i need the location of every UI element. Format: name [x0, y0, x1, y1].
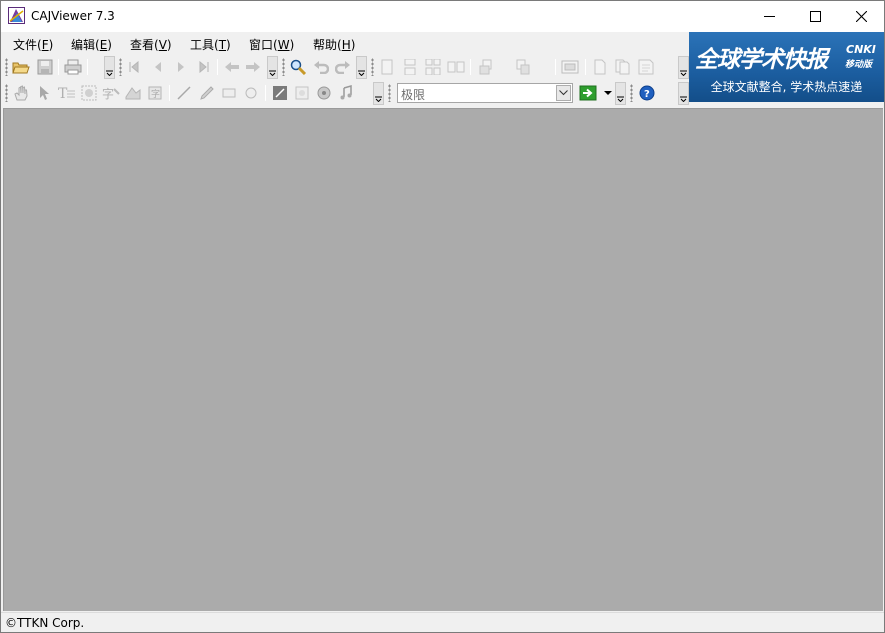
toolbar-overflow-chevron[interactable]: [678, 82, 689, 105]
zoom-select-value: 极限: [401, 88, 426, 102]
redo-icon[interactable]: [334, 58, 352, 76]
toolbar-overflow-chevron[interactable]: [267, 56, 278, 79]
close-icon: [855, 10, 867, 22]
cnki-banner-ad[interactable]: 全球学术快报 CNKI 移动版 全球文献整合, 学术热点速递: [689, 32, 884, 102]
svg-text:?: ?: [644, 89, 650, 100]
menu-help[interactable]: 帮助(H): [313, 36, 355, 53]
toolbar-overflow-chevron[interactable]: [104, 56, 115, 79]
select-arrow-icon[interactable]: [35, 84, 53, 102]
toolbar-separator: [217, 59, 218, 75]
toolbar-overflow-chevron[interactable]: [615, 82, 626, 105]
menu-file[interactable]: 文件(F): [13, 36, 53, 53]
copy-page-icon[interactable]: [614, 58, 632, 76]
rotate-icon[interactable]: [479, 58, 497, 76]
undo-icon[interactable]: [312, 58, 330, 76]
app-logo-icon: [8, 7, 25, 24]
next-page-icon[interactable]: [172, 58, 190, 76]
svg-text:字: 字: [151, 88, 160, 100]
last-page-icon[interactable]: [195, 58, 213, 76]
minimize-icon: [763, 15, 775, 17]
menu-edit[interactable]: 编辑(E): [71, 36, 112, 53]
rectangle-icon[interactable]: [220, 84, 238, 102]
save-icon[interactable]: [36, 58, 54, 76]
continuous-icon[interactable]: [401, 58, 419, 76]
toolbar-overflow-chevron[interactable]: [373, 82, 384, 105]
status-bar: ©TTKN Corp.: [1, 612, 884, 632]
maximize-button[interactable]: [792, 1, 838, 31]
toolbar-grip[interactable]: [5, 84, 8, 102]
open-folder-icon[interactable]: [12, 58, 30, 76]
facing-icon[interactable]: [424, 58, 442, 76]
two-page-icon[interactable]: [447, 58, 465, 76]
ocr-icon[interactable]: 字: [102, 84, 120, 102]
toolbar-separator: [58, 59, 59, 75]
page-icon[interactable]: [591, 58, 609, 76]
forward-icon[interactable]: [244, 58, 262, 76]
chevron-down-icon[interactable]: [556, 85, 571, 101]
note-page-icon[interactable]: [637, 58, 655, 76]
back-icon[interactable]: [223, 58, 241, 76]
menu-tools[interactable]: 工具(T): [190, 36, 231, 53]
close-button[interactable]: [838, 1, 884, 31]
stamp-icon[interactable]: [293, 84, 311, 102]
toolbar-separator: [470, 59, 471, 75]
image-select-icon[interactable]: [80, 84, 98, 102]
prev-page-icon[interactable]: [149, 58, 167, 76]
toolbar-grip[interactable]: [5, 58, 8, 76]
music-icon[interactable]: [337, 84, 355, 102]
minimize-button[interactable]: [746, 1, 792, 31]
toolbar-grip[interactable]: [119, 58, 122, 76]
ellipse-icon[interactable]: [242, 84, 260, 102]
fullscreen-icon[interactable]: [561, 58, 579, 76]
maximize-icon: [809, 10, 821, 22]
text-select-icon[interactable]: T: [58, 84, 76, 102]
layout-icon[interactable]: [516, 58, 534, 76]
help-icon[interactable]: ?: [638, 84, 656, 102]
svg-text:T: T: [58, 86, 68, 101]
go-icon[interactable]: [579, 84, 597, 102]
document-workspace[interactable]: [3, 108, 883, 611]
highlight-icon[interactable]: [271, 84, 289, 102]
search-icon[interactable]: [289, 58, 307, 76]
toolbar-grip[interactable]: [388, 84, 391, 102]
single-page-icon[interactable]: [378, 58, 396, 76]
banner-tag: 移动版: [845, 60, 873, 70]
toolbar-grip[interactable]: [371, 58, 374, 76]
toolbar-row-1: [1, 54, 689, 80]
app-window: CAJViewer 7.3 文件(F) 编辑(E) 查看(V) 工具(T) 窗口…: [0, 0, 885, 633]
svg-text:字: 字: [102, 86, 114, 101]
banner-brand: CNKI: [846, 43, 876, 56]
status-text: ©TTKN Corp.: [5, 616, 85, 630]
print-icon[interactable]: [64, 58, 82, 76]
zoom-select[interactable]: 极限: [397, 83, 573, 103]
toolbar-grip[interactable]: [282, 58, 285, 76]
toolbar-overflow-chevron[interactable]: [356, 56, 367, 79]
toolbar-grip[interactable]: [630, 84, 633, 102]
menu-view[interactable]: 查看(V): [130, 36, 172, 53]
title-bar[interactable]: CAJViewer 7.3: [1, 1, 884, 32]
menu-bar: 文件(F) 编辑(E) 查看(V) 工具(T) 窗口(W) 帮助(H): [1, 32, 689, 54]
toolbar-separator: [265, 85, 266, 101]
media-icon[interactable]: [315, 84, 333, 102]
snapshot-icon[interactable]: [124, 84, 142, 102]
export-icon[interactable]: 字: [146, 84, 164, 102]
toolbar-separator: [87, 59, 88, 75]
toolbar-row-2: T 字 字 ?: [1, 80, 689, 106]
line-icon[interactable]: [175, 84, 193, 102]
hand-tool-icon[interactable]: [12, 84, 30, 102]
first-page-icon[interactable]: [125, 58, 143, 76]
toolbar-separator: [585, 59, 586, 75]
pencil-icon[interactable]: [198, 84, 216, 102]
banner-headline: 全球学术快报: [695, 47, 828, 73]
toolbar-separator: [555, 59, 556, 75]
banner-subtitle: 全球文献整合, 学术热点速递: [710, 80, 863, 94]
menu-window[interactable]: 窗口(W): [249, 36, 294, 53]
toolbar-overflow-chevron[interactable]: [678, 56, 689, 79]
window-title: CAJViewer 7.3: [31, 9, 115, 23]
toolbar-separator: [169, 85, 170, 101]
